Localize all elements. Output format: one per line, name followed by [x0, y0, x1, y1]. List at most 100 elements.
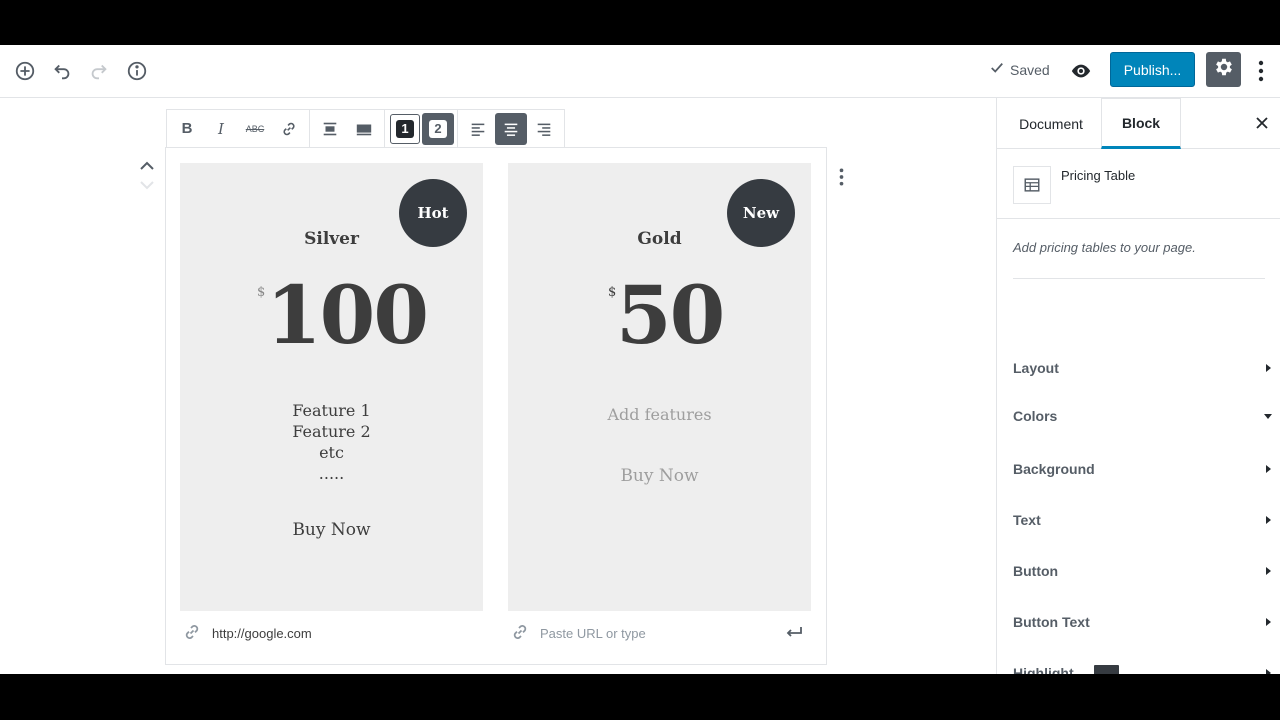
- buy-now-button[interactable]: Buy Now: [180, 520, 483, 540]
- align-left-icon: [471, 123, 485, 136]
- info-icon[interactable]: [124, 58, 150, 84]
- layout-group: 1 2: [385, 110, 458, 147]
- link-icon: [510, 622, 530, 645]
- close-icon[interactable]: [1251, 112, 1273, 134]
- block-description: Add pricing tables to your page.: [1013, 240, 1196, 255]
- panel-label: Layout: [1013, 360, 1059, 376]
- feature-item: Feature 2: [292, 422, 371, 441]
- pricing-table-block[interactable]: Hot Silver $ 100 Feature 1 Feature 2 etc…: [165, 147, 827, 665]
- settings-sidebar: Document Block Pricing Table Add pricing…: [996, 98, 1280, 674]
- letterbox-bottom: [0, 674, 1280, 720]
- panel-background[interactable]: Background: [1013, 457, 1273, 481]
- url-value[interactable]: http://google.com: [212, 626, 312, 641]
- panel-label-wrap: Highlight: [1013, 665, 1119, 674]
- sidebar-tabs: Document Block: [997, 98, 1280, 149]
- tab-block[interactable]: Block: [1101, 98, 1181, 149]
- saved-status: Saved: [990, 61, 1050, 78]
- plan-price: $ 100: [180, 275, 483, 365]
- align-full-icon: [356, 124, 372, 135]
- align-center-button[interactable]: [495, 112, 527, 145]
- align-group: [458, 110, 564, 147]
- panel-label: Text: [1013, 512, 1041, 528]
- panel-text[interactable]: Text: [1013, 508, 1273, 532]
- pricing-card-silver[interactable]: Hot Silver $ 100 Feature 1 Feature 2 etc…: [180, 163, 483, 611]
- panel-label: Button: [1013, 563, 1059, 579]
- link-button[interactable]: [272, 113, 306, 145]
- highlight-color-swatch: [1093, 665, 1119, 674]
- more-vertical-icon[interactable]: [1252, 58, 1270, 84]
- publish-button[interactable]: Publish...: [1110, 52, 1195, 87]
- caret-down-icon: [1264, 414, 1272, 419]
- letterbox-top: [0, 0, 1280, 45]
- feature-item: Feature 1: [292, 401, 371, 420]
- panel-label: Background: [1013, 461, 1095, 477]
- block-name: Pricing Table: [1061, 168, 1136, 183]
- caret-right-icon: [1266, 516, 1271, 524]
- panel-label: Colors: [1013, 408, 1058, 424]
- link-icon: [283, 122, 295, 135]
- block-info: Pricing Table: [997, 150, 1280, 219]
- plan-features[interactable]: Feature 1 Feature 2 etc .....: [180, 400, 483, 484]
- panel-layout[interactable]: Layout: [1013, 356, 1273, 380]
- caret-right-icon: [1266, 465, 1271, 473]
- align-right-button[interactable]: [527, 113, 561, 145]
- caret-right-icon: [1266, 567, 1271, 575]
- settings-gear-button[interactable]: [1206, 52, 1241, 87]
- layout-1-button[interactable]: 1: [390, 113, 420, 144]
- plan-price: $ 50: [508, 275, 811, 365]
- format-group: B I ABC: [167, 110, 310, 147]
- wide-width-button[interactable]: [313, 113, 347, 145]
- move-down-icon: [140, 181, 154, 190]
- layout-1-label: 1: [396, 119, 414, 138]
- caret-right-icon: [1266, 618, 1271, 626]
- panel-label: Highlight: [1013, 665, 1074, 674]
- bold-button[interactable]: B: [170, 113, 204, 145]
- url-input[interactable]: [540, 625, 760, 641]
- saved-label: Saved: [1010, 61, 1050, 78]
- price-amount[interactable]: 100: [266, 275, 429, 355]
- url-field-silver: http://google.com: [182, 619, 482, 647]
- feature-item: .....: [318, 464, 345, 483]
- layout-2-label: 2: [429, 119, 447, 138]
- caret-right-icon: [1266, 364, 1271, 372]
- panel-button-text[interactable]: Button Text: [1013, 610, 1273, 634]
- features-placeholder[interactable]: Add features: [508, 404, 811, 425]
- buy-now-button[interactable]: Buy Now: [508, 466, 811, 486]
- move-up-icon: [140, 161, 154, 170]
- width-group: [310, 110, 385, 147]
- preview-eye-icon[interactable]: [1068, 58, 1094, 84]
- block-more-options-icon[interactable]: [832, 163, 850, 191]
- divider: [1013, 278, 1265, 279]
- table-icon: [1013, 166, 1051, 204]
- gear-icon: [1213, 56, 1235, 83]
- align-right-icon: [537, 123, 551, 136]
- panel-button[interactable]: Button: [1013, 559, 1273, 583]
- plan-title[interactable]: Gold: [508, 229, 811, 249]
- align-wide-icon: [323, 122, 337, 135]
- add-block-icon[interactable]: [12, 58, 38, 84]
- currency-symbol[interactable]: $: [257, 285, 265, 300]
- block-toolbar: B I ABC 1 2: [166, 109, 565, 148]
- layout-2-button[interactable]: 2: [422, 112, 454, 145]
- plan-title[interactable]: Silver: [180, 229, 483, 249]
- pricing-card-gold[interactable]: New Gold $ 50 Add features Buy Now: [508, 163, 811, 611]
- strikethrough-button[interactable]: ABC: [238, 113, 272, 145]
- align-center-icon: [504, 123, 518, 136]
- panel-colors[interactable]: Colors: [1013, 404, 1273, 428]
- italic-button[interactable]: I: [204, 113, 238, 145]
- price-amount[interactable]: 50: [616, 275, 725, 355]
- undo-icon[interactable]: [49, 58, 75, 84]
- url-field-gold: [510, 619, 810, 647]
- block-mover: [137, 155, 157, 195]
- align-left-button[interactable]: [461, 113, 495, 145]
- editor-header: Saved Publish...: [0, 45, 1280, 98]
- redo-icon[interactable]: [86, 58, 112, 84]
- feature-item: etc: [319, 443, 344, 462]
- tab-document[interactable]: Document: [1009, 98, 1093, 149]
- panel-label: Button Text: [1013, 614, 1090, 630]
- editor-app: Saved Publish... B I ABC 1 2 Hot Silver …: [0, 45, 1280, 674]
- full-width-button[interactable]: [347, 113, 381, 145]
- enter-icon[interactable]: [784, 622, 804, 642]
- panel-highlight[interactable]: Highlight: [1013, 661, 1273, 674]
- link-icon: [182, 622, 202, 645]
